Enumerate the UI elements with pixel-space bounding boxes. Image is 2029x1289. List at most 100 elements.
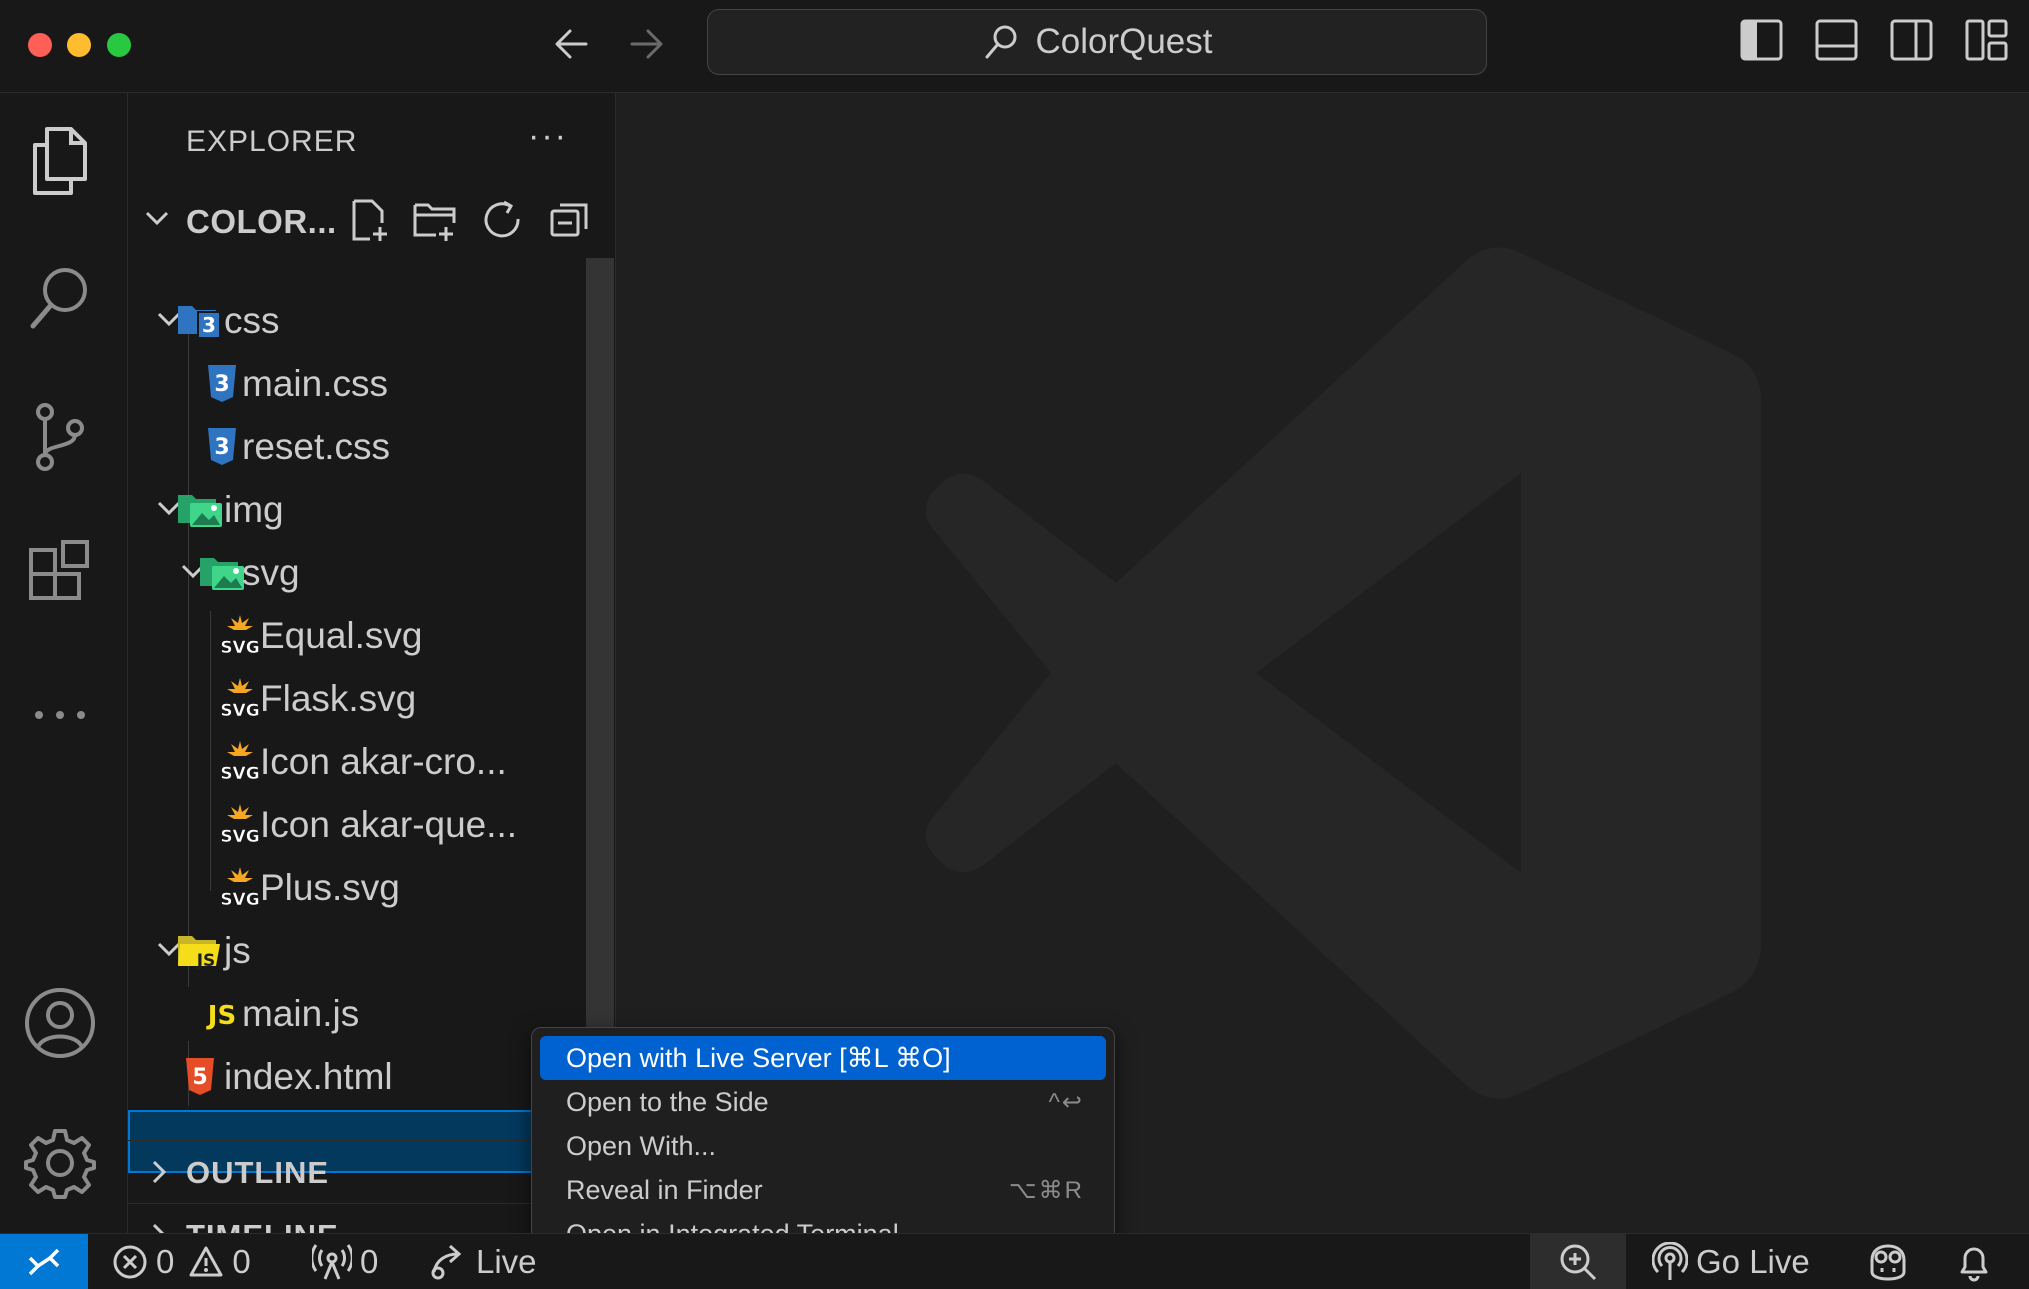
svg-text:SVG: SVG <box>220 827 259 846</box>
file-row-plus-svg[interactable]: SVG Plus.svg <box>128 855 588 918</box>
search-icon <box>985 25 1017 59</box>
explorer-more-actions[interactable]: ··· <box>528 117 568 156</box>
zoom-indicator[interactable] <box>1530 1234 1626 1289</box>
gear-icon <box>24 1129 96 1199</box>
extensions-icon <box>29 540 89 600</box>
svg-text:SVG: SVG <box>220 638 259 657</box>
svg-text:3: 3 <box>214 372 229 397</box>
file-row-icon-akar-cro[interactable]: SVG Icon akar-cro... <box>128 729 588 792</box>
ports-indicator[interactable]: 0 <box>312 1240 378 1284</box>
folder-row-svg[interactable]: svg <box>128 540 588 603</box>
refresh-icon[interactable] <box>480 197 526 243</box>
explorer-scrollbar[interactable] <box>586 258 614 1158</box>
menu-item-open-with[interactable]: Open With... <box>540 1124 1106 1168</box>
go-live-label: Go Live <box>1696 1243 1810 1280</box>
tree-item-label: index.html <box>224 1056 393 1097</box>
tree-item-label: Equal.svg <box>260 615 423 656</box>
remote-indicator[interactable] <box>0 1234 88 1289</box>
svg-file-icon: SVG <box>216 802 264 847</box>
tree-item-label: Flask.svg <box>260 678 417 719</box>
svg-text:3: 3 <box>214 435 229 460</box>
tree-item-label: svg <box>242 552 300 593</box>
error-count: 0 <box>156 1243 175 1280</box>
source-control-activity[interactable] <box>20 398 100 478</box>
shortcut-label: ^↩ <box>1048 1089 1084 1116</box>
html-file-icon: 5 <box>176 1054 224 1098</box>
svg-text:5: 5 <box>192 1065 207 1090</box>
vscode-logo-watermark-icon <box>926 247 1761 1099</box>
file-row-equal-svg[interactable]: SVG Equal.svg <box>128 603 588 666</box>
svg-file-icon: SVG <box>216 613 264 658</box>
tree-item-label: Icon akar-cro... <box>260 741 507 782</box>
minimize-window-button[interactable] <box>67 33 91 57</box>
zoom-window-button[interactable] <box>107 33 131 57</box>
tree-item-label: js <box>224 930 251 971</box>
forward-arrow-icon[interactable] <box>622 18 670 70</box>
file-row-reset-css[interactable]: 3 reset.css <box>128 414 588 477</box>
back-arrow-icon[interactable] <box>548 18 596 70</box>
file-row-icon-akar-que[interactable]: SVG Icon akar-que... <box>128 792 588 855</box>
js-file-icon: JS <box>198 991 246 1035</box>
svg-text:SVG: SVG <box>220 890 259 909</box>
menu-item-reveal-in-finder[interactable]: Reveal in Finder ⌥⌘R <box>540 1168 1106 1212</box>
status-bar: 0 0 0 Live Go Live <box>0 1233 2029 1289</box>
file-row-flask-svg[interactable]: SVG Flask.svg <box>128 666 588 729</box>
folder-row-img[interactable]: img <box>128 477 588 540</box>
accounts-activity[interactable] <box>20 983 100 1063</box>
file-row-main-css[interactable]: 3 main.css <box>128 351 588 414</box>
source-control-icon <box>36 403 84 471</box>
menu-item-open-with-live-server[interactable]: Open with Live Server [⌘L ⌘O] <box>540 1036 1106 1080</box>
folder-row-css[interactable]: 3 css <box>128 288 588 351</box>
copilot-indicator[interactable] <box>1866 1240 1910 1284</box>
copilot-icon <box>1870 1244 1906 1281</box>
shortcut-label: ⌥⌘R <box>1009 1177 1084 1204</box>
svg-file-icon: SVG <box>216 676 264 721</box>
svg-text:JS: JS <box>206 1001 236 1031</box>
css-file-icon: 3 <box>198 424 246 468</box>
chevron-right-icon <box>152 1223 165 1233</box>
customize-layout-icon[interactable] <box>1964 16 2009 64</box>
timeline-title: TIMELINE <box>186 1218 339 1233</box>
tree-item-label: img <box>224 489 284 530</box>
folder-js-icon: JS <box>176 928 224 972</box>
bell-icon <box>1960 1247 1988 1282</box>
menu-item-open-to-the-side[interactable]: Open to the Side ^↩ <box>540 1080 1106 1124</box>
folder-img-icon <box>176 487 224 531</box>
svg-text:3: 3 <box>202 313 216 337</box>
new-folder-icon[interactable] <box>412 197 458 243</box>
manage-activity[interactable] <box>20 1123 100 1203</box>
folder-svg-icon <box>198 550 246 594</box>
close-window-button[interactable] <box>28 33 52 57</box>
svg-file-icon: SVG <box>216 739 264 784</box>
more-activity[interactable] <box>20 675 100 755</box>
toggle-primary-sidebar-icon[interactable] <box>1739 16 1784 64</box>
svg-file-icon: SVG <box>216 865 264 910</box>
remote-icon <box>28 1248 60 1276</box>
new-file-icon[interactable] <box>346 197 392 243</box>
live-share-label: Live <box>476 1243 537 1280</box>
command-center[interactable]: ColorQuest <box>707 9 1487 75</box>
problems-indicator[interactable]: 0 0 <box>112 1240 251 1284</box>
live-share-icon <box>431 1244 462 1280</box>
toggle-secondary-sidebar-icon[interactable] <box>1889 16 1934 64</box>
toggle-panel-icon[interactable] <box>1814 16 1859 64</box>
live-share-indicator[interactable]: Live <box>428 1240 537 1284</box>
tree-item-label: reset.css <box>242 426 391 467</box>
file-row-index-html[interactable]: 5 index.html <box>128 1044 588 1107</box>
workspace-folder-header[interactable]: COLOR... <box>128 189 615 249</box>
svg-text:JS: JS <box>196 951 216 971</box>
notifications-indicator[interactable] <box>1956 1240 1992 1284</box>
file-row-main-js[interactable]: JS main.js <box>128 981 588 1044</box>
zoom-in-icon <box>1560 1244 1597 1281</box>
outline-title: OUTLINE <box>186 1155 330 1190</box>
tree-item-label: css <box>224 300 280 341</box>
go-live-button[interactable]: Go Live <box>1652 1240 1810 1284</box>
explorer-activity[interactable] <box>20 121 100 201</box>
extensions-activity[interactable] <box>20 538 100 618</box>
account-icon <box>25 988 95 1058</box>
more-icon <box>35 711 85 719</box>
search-activity[interactable] <box>20 258 100 338</box>
chevron-right-icon <box>152 1160 167 1184</box>
folder-row-js[interactable]: JS js <box>128 918 588 981</box>
collapse-all-icon[interactable] <box>548 197 594 243</box>
